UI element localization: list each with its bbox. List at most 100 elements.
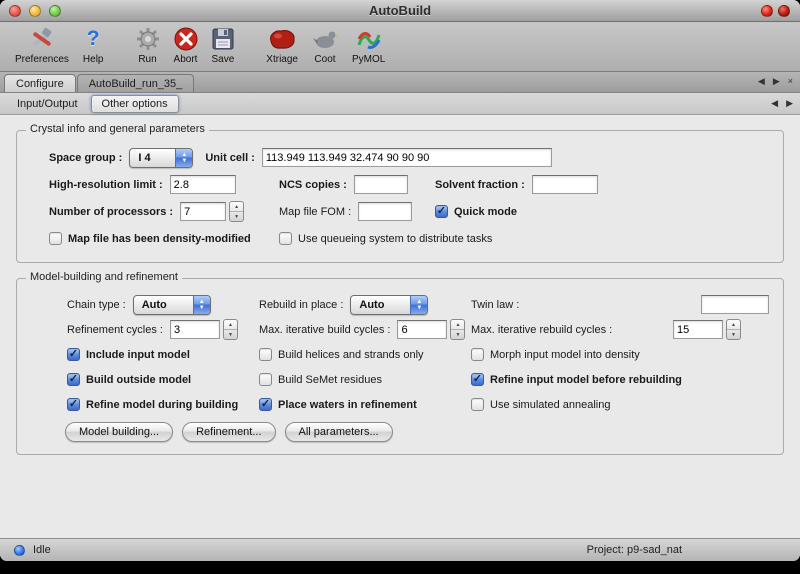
solvent-fraction-input[interactable] <box>532 175 598 194</box>
simulated-annealing-label: Use simulated annealing <box>490 399 610 411</box>
minimize-window-button[interactable] <box>29 5 41 17</box>
toolbar-run-button[interactable]: Run <box>129 25 167 65</box>
unit-cell-label: Unit cell : <box>205 152 255 164</box>
stepper-up-icon[interactable]: ▲ <box>727 320 740 330</box>
checkbox-build-semet[interactable] <box>259 373 272 386</box>
checkbox-simulated-annealing[interactable] <box>471 398 484 411</box>
space-group-select[interactable]: I 4 ▲▼ <box>129 148 193 168</box>
map-fom-input[interactable] <box>358 202 412 221</box>
toolbar-pymol-button[interactable]: PyMOL <box>345 25 392 65</box>
model-building-button[interactable]: Model building... <box>65 422 173 442</box>
checkbox-place-waters[interactable]: ✓ <box>259 398 272 411</box>
max-rebuild-cycles-label: Max. iterative rebuild cycles : <box>471 324 612 336</box>
tab-other-options[interactable]: Other options <box>91 95 179 113</box>
checkbox-include-input-model[interactable]: ✓ <box>67 348 80 361</box>
check-icon: ✓ <box>437 204 446 217</box>
build-helices-strands-label: Build helices and strands only <box>278 349 424 361</box>
project-label: Project: p9-sad_nat <box>587 544 682 556</box>
coot-icon <box>312 25 338 53</box>
unit-cell-input[interactable] <box>262 148 552 167</box>
rebuild-in-place-value: Auto <box>351 296 410 314</box>
checkbox-refine-during-building[interactable]: ✓ <box>67 398 80 411</box>
notebook-tab-bar: Configure AutoBuild_run_35_ ◀ ▶ × <box>0 72 800 93</box>
checkbox-morph-input-model[interactable] <box>471 348 484 361</box>
titlebar-badge2-icon <box>778 5 790 17</box>
max-build-cycles-input[interactable] <box>397 320 447 339</box>
rebuild-in-place-select[interactable]: Auto ▲▼ <box>350 295 428 315</box>
tab-input-output[interactable]: Input/Output <box>6 95 89 113</box>
max-rebuild-cycles-input[interactable] <box>673 320 723 339</box>
refinement-button[interactable]: Refinement... <box>182 422 275 442</box>
traffic-lights <box>9 5 61 17</box>
stepper-down-icon[interactable]: ▼ <box>727 330 740 339</box>
options-prev-icon[interactable]: ◀ <box>771 98 778 109</box>
stepper-down-icon[interactable]: ▼ <box>224 330 237 339</box>
combo-arrows-icon: ▲▼ <box>410 296 427 314</box>
options-next-icon[interactable]: ▶ <box>786 98 793 109</box>
space-group-value: I 4 <box>130 149 175 167</box>
checkbox-build-outside-model[interactable]: ✓ <box>67 373 80 386</box>
all-parameters-button[interactable]: All parameters... <box>285 422 393 442</box>
tab-prev-icon[interactable]: ◀ <box>758 76 765 87</box>
high-res-input[interactable] <box>170 175 236 194</box>
toolbar-abort-button[interactable]: Abort <box>167 25 205 65</box>
check-icon: ✓ <box>69 347 78 360</box>
toolbar-xtriage-button[interactable]: Xtriage <box>259 25 305 65</box>
tab-next-icon[interactable]: ▶ <box>773 76 780 87</box>
stepper-up-icon[interactable]: ▲ <box>230 202 243 212</box>
checkbox-queueing-system[interactable] <box>279 232 292 245</box>
density-modified-label: Map file has been density-modified <box>68 233 251 245</box>
toolbar-label: Preferences <box>15 54 69 65</box>
toolbar-label: Abort <box>174 54 198 65</box>
stepper-up-icon[interactable]: ▲ <box>451 320 464 330</box>
high-res-label: High-resolution limit : <box>49 179 163 191</box>
tab-autobuild-run-35[interactable]: AutoBuild_run_35_ <box>77 74 195 92</box>
chain-type-select[interactable]: Auto ▲▼ <box>133 295 211 315</box>
stepper-down-icon[interactable]: ▼ <box>230 212 243 221</box>
checkbox-quick-mode[interactable]: ✓ <box>435 205 448 218</box>
title-bar[interactable]: AutoBuild <box>0 0 800 22</box>
tab-configure[interactable]: Configure <box>4 74 76 92</box>
checkbox-build-helices-strands[interactable] <box>259 348 272 361</box>
model-building-group-title: Model-building and refinement <box>26 271 182 283</box>
toolbar-save-button[interactable]: Save <box>205 25 242 65</box>
queueing-system-label: Use queueing system to distribute tasks <box>298 233 492 245</box>
close-window-button[interactable] <box>9 5 21 17</box>
toolbar-label: Coot <box>314 54 335 65</box>
refinement-cycles-stepper[interactable]: ▲ ▼ <box>223 319 238 340</box>
toolbar-label: Save <box>212 54 235 65</box>
twin-law-input[interactable] <box>701 295 769 314</box>
zoom-window-button[interactable] <box>49 5 61 17</box>
morph-input-model-label: Morph input model into density <box>490 349 640 361</box>
max-rebuild-cycles-stepper[interactable]: ▲ ▼ <box>726 319 741 340</box>
checkbox-density-modified[interactable] <box>49 232 62 245</box>
toolbar-help-button[interactable]: ? Help <box>76 25 111 65</box>
pymol-icon <box>356 25 382 53</box>
xtriage-icon <box>267 25 297 53</box>
num-processors-stepper[interactable]: ▲ ▼ <box>229 201 244 222</box>
ncs-copies-input[interactable] <box>354 175 408 194</box>
status-text: Idle <box>33 544 51 556</box>
abort-icon <box>174 25 198 53</box>
tab-close-icon[interactable]: × <box>788 76 793 87</box>
model-building-group: Model-building and refinement Chain type… <box>16 278 784 455</box>
stepper-down-icon[interactable]: ▼ <box>451 330 464 339</box>
run-icon <box>136 25 160 53</box>
toolbar-label: Xtriage <box>266 54 298 65</box>
titlebar-right-icons <box>761 5 790 17</box>
checkbox-refine-before-rebuilding[interactable]: ✓ <box>471 373 484 386</box>
titlebar-badge-icon <box>761 5 773 17</box>
num-processors-input[interactable] <box>180 202 226 221</box>
preferences-icon <box>29 25 55 53</box>
stepper-up-icon[interactable]: ▲ <box>224 320 237 330</box>
toolbar-coot-button[interactable]: Coot <box>305 25 345 65</box>
chain-type-label: Chain type : <box>67 299 126 311</box>
max-build-cycles-stepper[interactable]: ▲ ▼ <box>450 319 465 340</box>
refinement-cycles-input[interactable] <box>170 320 220 339</box>
help-icon: ? <box>87 25 100 53</box>
rebuild-in-place-label: Rebuild in place : <box>259 299 343 311</box>
toolbar-preferences-button[interactable]: Preferences <box>8 25 76 65</box>
combo-arrows-icon: ▲▼ <box>193 296 210 314</box>
num-processors-label: Number of processors : <box>49 206 173 218</box>
check-icon: ✓ <box>69 397 78 410</box>
